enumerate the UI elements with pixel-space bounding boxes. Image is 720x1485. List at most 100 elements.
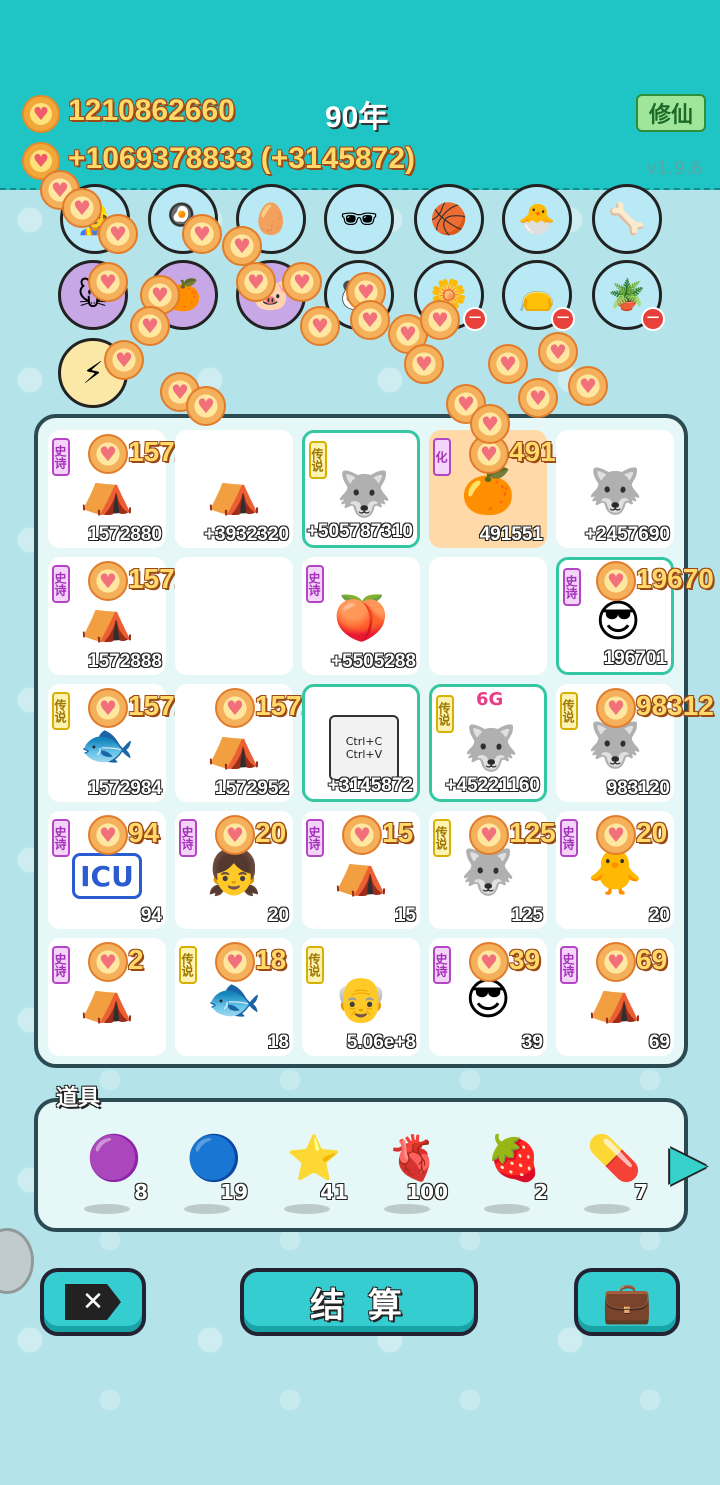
upgrade-chick-icon[interactable]: 🐣 xyxy=(502,184,572,254)
item-lychee[interactable]: 🟣 8 xyxy=(76,1120,166,1220)
coin-icon: ♥ xyxy=(470,404,510,444)
income-popup: 18 xyxy=(255,944,287,975)
item-shadow xyxy=(184,1204,230,1214)
income-popup: 125 xyxy=(509,817,556,848)
rarity-badge: 传说 xyxy=(309,441,327,479)
coin-icon: ♥ xyxy=(98,214,138,254)
cell-value: 196701 xyxy=(603,648,667,669)
coin-icon: ♥ xyxy=(404,344,444,384)
cell-value: +505787310 xyxy=(306,521,413,542)
bag-button[interactable]: 💼 xyxy=(574,1268,680,1336)
grid-cell[interactable] xyxy=(175,557,293,675)
coin-icon: ♥ xyxy=(215,942,255,982)
item-count: 41 xyxy=(320,1180,348,1204)
rabbit-tent-icon: ⛺ xyxy=(206,466,262,517)
remove-icon[interactable]: − xyxy=(551,307,575,331)
item-count: 19 xyxy=(220,1180,248,1204)
coin-icon: ♥ xyxy=(130,306,170,346)
husky-king-icon: 🐺 xyxy=(463,723,519,774)
item-pills[interactable]: 💊 7 xyxy=(576,1120,666,1220)
item-count: 100 xyxy=(406,1180,448,1204)
coin-icon: ♥ xyxy=(88,942,128,982)
grid-cell[interactable]: ⛺ +3932320 xyxy=(175,430,293,548)
settle-button[interactable]: 结 算 xyxy=(240,1268,478,1336)
grid-cell[interactable]: 传说 🐺 6G +45221160 xyxy=(429,684,547,802)
cell-value: 1572984 xyxy=(88,778,162,799)
cell-value: 125 xyxy=(511,905,543,926)
upgrade-balls-icon[interactable]: 🏀 xyxy=(414,184,484,254)
income-popup: 20 xyxy=(255,817,287,848)
remove-icon[interactable]: − xyxy=(463,307,487,331)
close-icon: ✕ xyxy=(65,1284,121,1320)
remove-icon[interactable]: − xyxy=(641,307,665,331)
cell-value: 5.06e+8 xyxy=(346,1032,416,1053)
rarity-badge: 史诗 xyxy=(563,568,581,606)
income-rate: +1069378833 (+3145872) xyxy=(68,142,415,175)
coin-icon: ♥ xyxy=(488,344,528,384)
item-shadow xyxy=(384,1204,430,1214)
item-shadow xyxy=(84,1204,130,1214)
rarity-badge: 传说 xyxy=(436,695,454,733)
item-strawberry[interactable]: 🍓 2 xyxy=(476,1120,566,1220)
coin-icon: ♥ xyxy=(469,942,509,982)
coin-icon: ♥ xyxy=(300,306,340,346)
upgrade-dog-food-icon[interactable]: 🦴 xyxy=(592,184,662,254)
upgrade-sunglasses-icon[interactable]: 🕶 xyxy=(324,184,394,254)
xiuxian-button[interactable]: 修仙 xyxy=(636,94,706,132)
item-count: 2 xyxy=(534,1180,548,1204)
header-bar: ♥ 1210862660 90年 修仙 ♥ +1069378833 (+3145… xyxy=(0,0,720,190)
coin-icon: ♥ xyxy=(186,386,226,426)
items-title: 道具 xyxy=(56,1086,101,1111)
grid-cell[interactable]: 史诗 🍑 +5505288 xyxy=(302,557,420,675)
item-shadow xyxy=(584,1204,630,1214)
cell-value: +2457690 xyxy=(584,524,670,545)
income-popup: 19670 xyxy=(636,563,714,594)
item-shadow xyxy=(484,1204,530,1214)
income-popup: 98312 xyxy=(636,690,714,721)
item-shadow xyxy=(284,1204,330,1214)
rarity-badge: 史诗 xyxy=(433,946,451,984)
rarity-badge: 史诗 xyxy=(560,946,578,984)
coin-icon: ♥ xyxy=(88,561,128,601)
grid-cell[interactable]: 🐺 +2457690 xyxy=(556,430,674,548)
coin-icon: ♥ xyxy=(222,226,262,266)
husky-king-icon: 🐺 xyxy=(336,469,392,520)
upgrade-flowerpot-icon[interactable]: 🪴 − xyxy=(592,260,665,331)
item-liver[interactable]: 🫀 100 xyxy=(376,1120,466,1220)
rarity-badge: 史诗 xyxy=(306,819,324,857)
rarity-badge: 史诗 xyxy=(52,819,70,857)
cell-value: 1572952 xyxy=(215,778,289,799)
star-icon: ⭐ xyxy=(286,1133,342,1184)
cell-value: 1572888 xyxy=(88,651,162,672)
cell-value: +3145872 xyxy=(327,775,413,796)
rarity-badge: 传说 xyxy=(179,946,197,984)
upgrade-bag-icon[interactable]: 👝 − xyxy=(502,260,575,331)
next-arrow-icon[interactable]: ▶ xyxy=(670,1138,707,1188)
item-star[interactable]: ⭐ 41 xyxy=(276,1120,366,1220)
coin-icon: ♥ xyxy=(88,688,128,728)
rarity-badge: 传说 xyxy=(52,692,70,730)
coin-icon: ♥ xyxy=(88,815,128,855)
grid-cell[interactable] xyxy=(429,557,547,675)
rarity-badge: 传说 xyxy=(560,692,578,730)
husky-icon: 🐺 xyxy=(587,466,643,517)
coin-icon: ♥ xyxy=(88,434,128,474)
grid-cell[interactable]: 传说 👴 5.06e+8 xyxy=(302,938,420,1056)
cell-value: 1572880 xyxy=(88,524,162,545)
income-popup: 94 xyxy=(128,817,160,848)
coin-icon: ♥ xyxy=(88,262,128,302)
item-blueberry[interactable]: 🔵 19 xyxy=(176,1120,266,1220)
close-button[interactable]: ✕ xyxy=(40,1268,146,1336)
cell-value: 983120 xyxy=(606,778,670,799)
gold-total: 1210862660 xyxy=(68,94,235,127)
cell-value: 18 xyxy=(267,1032,289,1053)
coin-icon: ♥ xyxy=(596,561,636,601)
grid-cell[interactable]: Ctrl+C Ctrl+V +3145872 xyxy=(302,684,420,802)
coin-icon: ♥ xyxy=(350,300,390,340)
income-popup: 15 xyxy=(382,817,414,848)
coin-icon: ♥ xyxy=(104,340,144,380)
old-man-icon: 👴 xyxy=(333,974,389,1025)
icu-icon: ICU xyxy=(72,853,142,899)
briefcase-icon: 💼 xyxy=(602,1279,652,1326)
grid-cell[interactable]: 传说 🐺 +505787310 xyxy=(302,430,420,548)
